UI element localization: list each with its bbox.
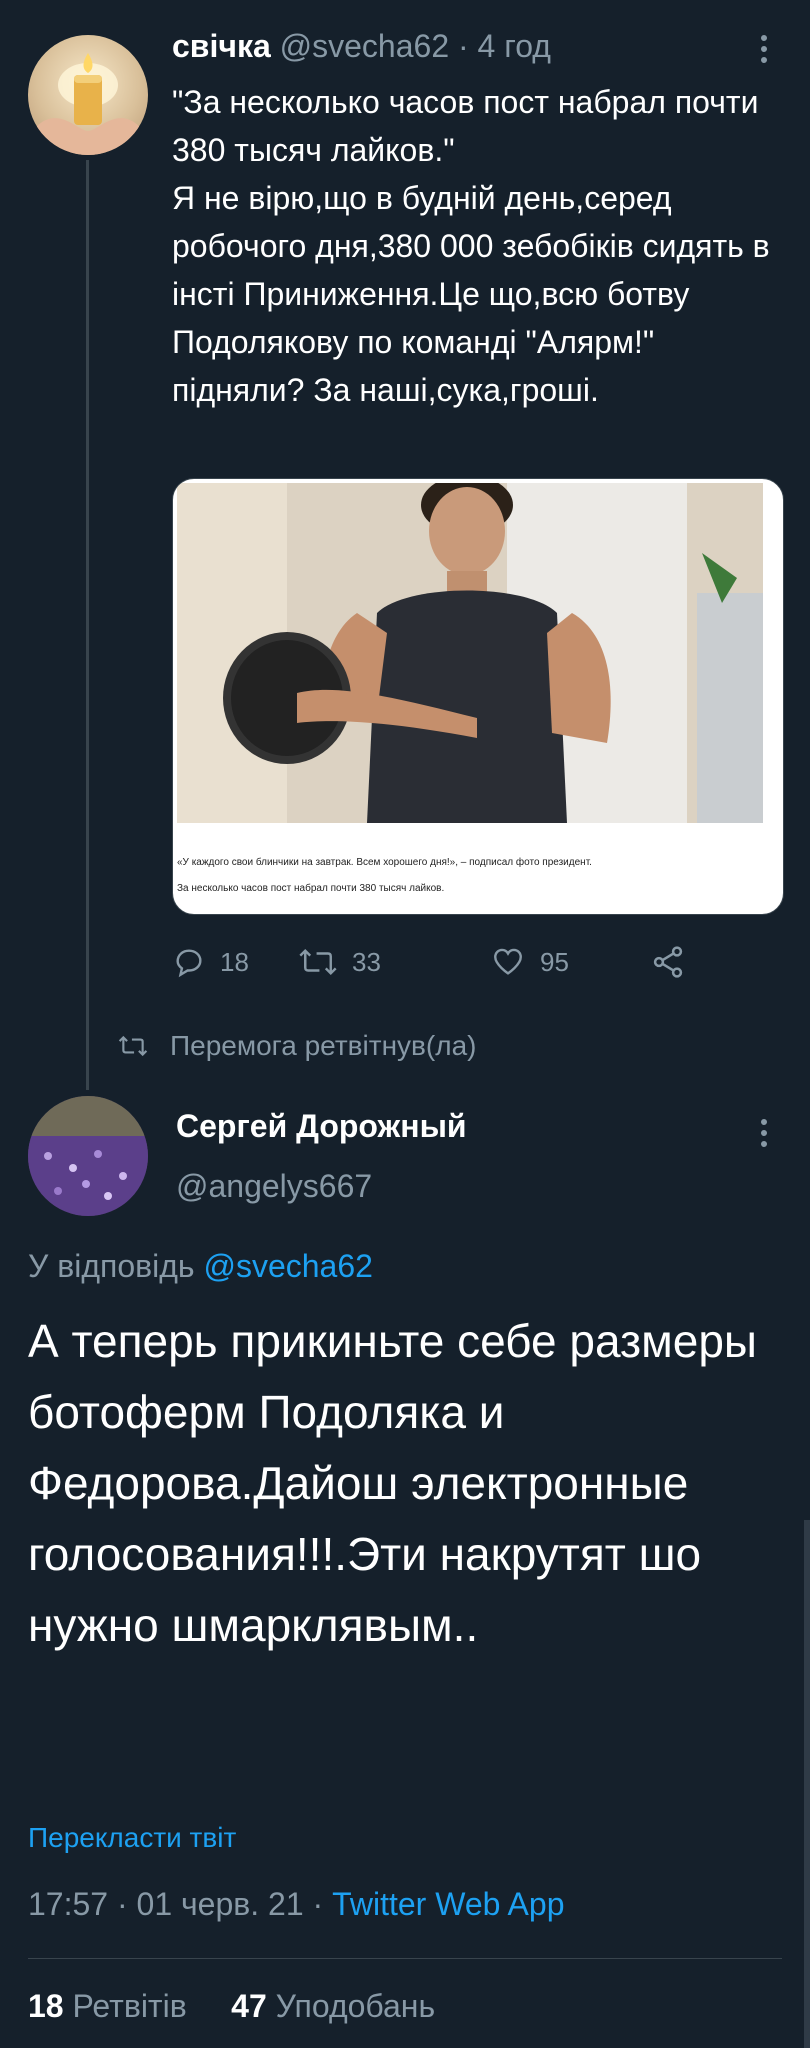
reply-count: 18 xyxy=(220,946,249,977)
share-icon xyxy=(653,946,683,978)
likes-label: Уподобань xyxy=(275,1988,436,2024)
translate-tweet-link[interactable]: Перекласти твіт xyxy=(28,1822,236,1854)
separator-dot: · xyxy=(458,28,469,64)
candle-avatar-image xyxy=(36,53,140,155)
retweet-button[interactable]: 33 xyxy=(298,940,381,984)
tweet-stats: 18 Ретвітів 47 Уподобань xyxy=(28,1988,435,2025)
tweet-source-link[interactable]: Twitter Web App xyxy=(332,1886,564,1922)
media-card[interactable]: «У каждого свои блинчики на завтрак. Все… xyxy=(172,478,784,915)
likes-stat[interactable]: 47 Уподобань xyxy=(231,1988,435,2024)
thread-connector-line xyxy=(86,160,89,1090)
more-options-icon[interactable] xyxy=(760,34,768,64)
like-button[interactable]: 95 xyxy=(490,940,569,984)
retweets-stat[interactable]: 18 Ретвітів xyxy=(28,1988,187,2024)
share-button[interactable] xyxy=(650,940,686,984)
scrollbar[interactable] xyxy=(804,1520,810,2048)
likes-count: 47 xyxy=(231,1988,267,2024)
reply-prefix: У відповідь xyxy=(28,1248,195,1284)
tweet-date[interactable]: 01 черв. 21 xyxy=(137,1886,304,1922)
media-caption: «У каждого свои блинчики на завтрак. Все… xyxy=(177,857,592,868)
tweet-text-line: "За несколько часов пост набрал почти 38… xyxy=(172,84,759,168)
tweet-time[interactable]: 17:57 xyxy=(28,1886,108,1922)
tweet-text: "За несколько часов пост набрал почти 38… xyxy=(172,78,782,414)
like-count: 95 xyxy=(540,946,569,977)
media-photo xyxy=(177,483,763,823)
tweet-timestamp: 17:57 · 01 черв. 21 · Twitter Web App xyxy=(28,1886,564,1923)
tweet-text: А теперь прикиньте себе размеры ботоферм… xyxy=(28,1315,757,1651)
tweet-time[interactable]: 4 год xyxy=(478,28,551,64)
heart-icon xyxy=(494,948,522,975)
avatar[interactable] xyxy=(28,1096,148,1216)
reply-button[interactable]: 18 xyxy=(172,940,249,984)
retweets-label: Ретвітів xyxy=(72,1988,187,2024)
author-handle[interactable]: @svecha62 xyxy=(280,28,449,64)
media-caption: За несколько часов пост набрал почти 380… xyxy=(177,883,445,894)
tweet-text-line: Я не вірю,що в будній день,серед робочог… xyxy=(172,180,770,408)
retweets-count: 18 xyxy=(28,1988,64,2024)
tweet-header: свічка @svecha62 · 4 год xyxy=(172,28,551,65)
author-name[interactable]: свічка xyxy=(172,28,271,64)
divider xyxy=(28,1958,782,1959)
author-name[interactable]: Сергей Дорожный xyxy=(176,1108,467,1145)
reply-icon xyxy=(176,949,202,978)
separator-dot: · xyxy=(116,1886,128,1922)
crowd-avatar-image xyxy=(28,1096,148,1216)
retweeted-by-text[interactable]: Перемога ретвітнув(ла) xyxy=(170,1030,476,1062)
separator-dot: · xyxy=(312,1886,324,1922)
reply-context: У відповідь @svecha62 xyxy=(28,1248,373,1285)
reply-mention-link[interactable]: @svecha62 xyxy=(203,1248,372,1284)
retweeted-by: Перемога ретвітнув(ла) xyxy=(118,1030,476,1062)
photo-illustration xyxy=(177,483,763,823)
retweet-icon xyxy=(118,1035,148,1057)
more-options-icon[interactable] xyxy=(760,1118,768,1148)
author-handle[interactable]: @angelys667 xyxy=(176,1168,372,1205)
retweet-count: 33 xyxy=(352,946,381,977)
retweet-icon xyxy=(299,948,337,976)
avatar[interactable] xyxy=(28,35,148,155)
tweet-actions: 18 33 95 xyxy=(172,940,732,984)
